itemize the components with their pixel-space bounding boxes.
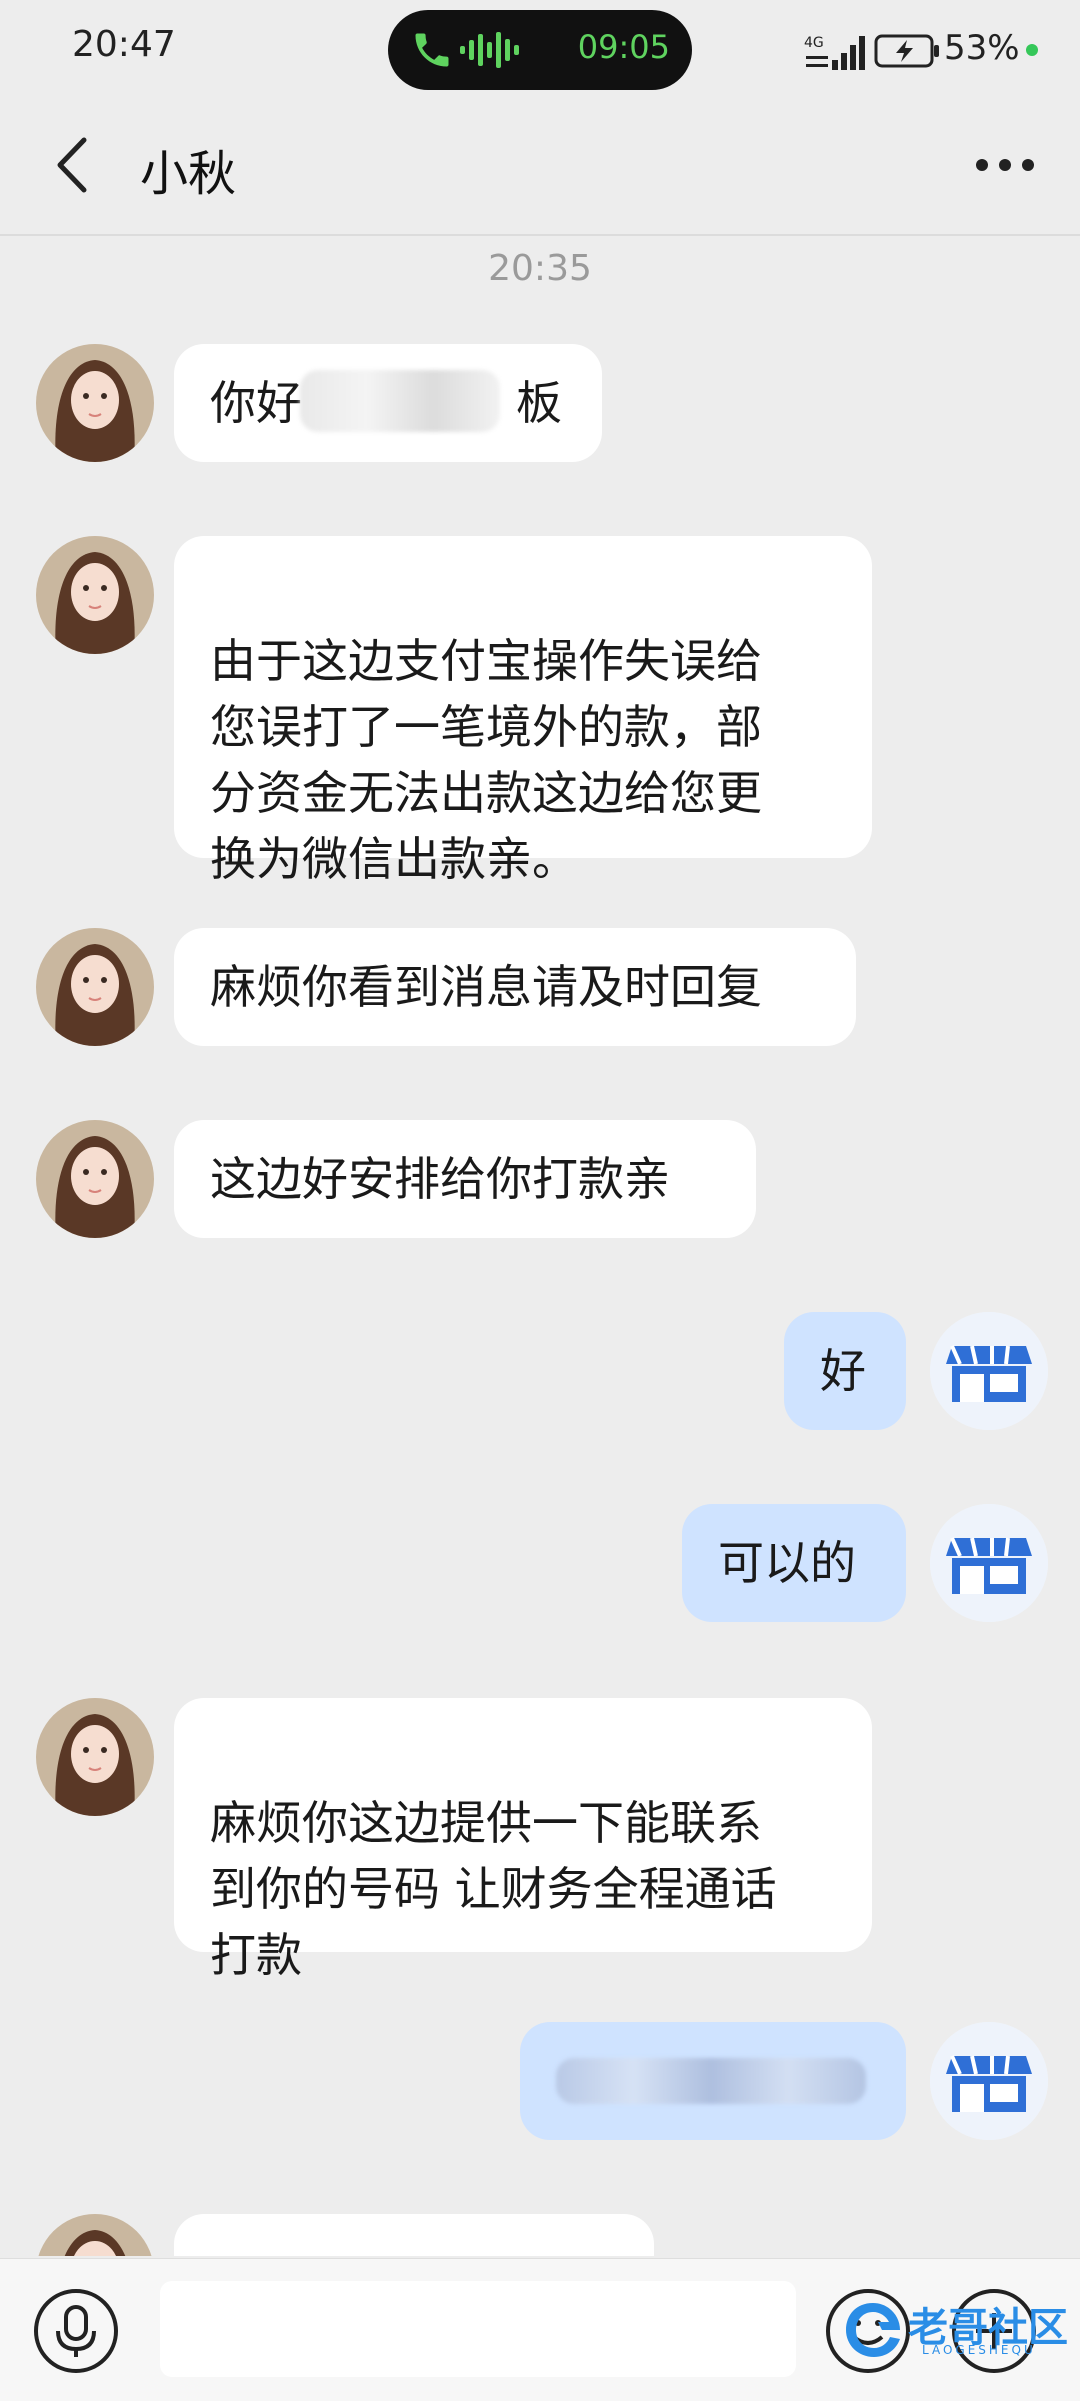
avatar[interactable] xyxy=(36,344,154,462)
message-text: 好 xyxy=(820,1344,866,1398)
shop-icon xyxy=(930,1504,1048,1622)
avatar[interactable] xyxy=(36,1698,154,1816)
battery-percent: 53% xyxy=(944,28,1020,68)
voice-button[interactable] xyxy=(34,2289,118,2373)
page-title: 小秋 xyxy=(140,146,237,202)
shop-avatar[interactable] xyxy=(930,1312,1048,1430)
status-indicators: 4G 53% xyxy=(800,28,1060,72)
shop-avatar[interactable] xyxy=(930,2022,1048,2140)
message-text-suffix: 板 xyxy=(516,376,562,430)
call-duration: 09:05 xyxy=(577,28,670,66)
shop-icon xyxy=(930,1312,1048,1430)
chevron-left-icon[interactable] xyxy=(40,130,110,200)
message-input[interactable] xyxy=(160,2281,796,2377)
message-bubble[interactable] xyxy=(520,2022,906,2140)
message-bubble[interactable]: 麻烦你看到消息请及时回复 xyxy=(174,928,856,1046)
input-bar: 老哥社区 LAOGESHEQU xyxy=(0,2258,1080,2401)
watermark-logo-icon xyxy=(846,2303,900,2357)
battery-icon xyxy=(874,34,939,68)
blurred-redaction xyxy=(556,2058,866,2104)
message-bubble[interactable]: 好 xyxy=(784,1312,906,1430)
microphone-icon xyxy=(56,2305,96,2357)
signal-icon: 4G xyxy=(804,35,865,70)
status-time: 20:47 xyxy=(72,24,176,65)
phone-icon xyxy=(415,33,449,67)
timestamp: 20:35 xyxy=(488,248,592,289)
watermark: 老哥社区 LAOGESHEQU xyxy=(838,2291,1078,2371)
message-list[interactable]: 20:35 你好 板 由于这边支付宝操作失误给 您误打了一笔境外的款，部 分资金… xyxy=(0,236,1080,2256)
message-text: 这边好安排给你打款亲 xyxy=(210,1152,670,1206)
message-bubble[interactable]: 麻烦你这边提供一下能联系 到你的号码 让财务全程通话 打款 xyxy=(174,1698,872,1982)
message-text: 麻烦你看到消息请及时回复 xyxy=(210,960,762,1014)
status-bar: 20:47 09:05 4G 53% xyxy=(0,0,1080,100)
avatar[interactable] xyxy=(36,2214,154,2256)
shop-avatar[interactable] xyxy=(930,1504,1048,1622)
svg-text:4G: 4G xyxy=(804,35,824,51)
message-bubble[interactable] xyxy=(174,2214,654,2256)
blurred-redaction xyxy=(300,370,500,432)
message-text: 由于这边支付宝操作失误给 您误打了一笔境外的款，部 分资金无法出款这边给您更 换… xyxy=(210,634,762,886)
message-bubble[interactable]: 你好 板 xyxy=(174,344,602,462)
privacy-dot xyxy=(1026,44,1038,56)
message-text: 可以的 xyxy=(718,1536,856,1590)
watermark-subtext: LAOGESHEQU xyxy=(922,2343,1036,2357)
message-text: 麻烦你这边提供一下能联系 到你的号码 让财务全程通话 打款 xyxy=(210,1796,777,1982)
avatar[interactable] xyxy=(36,928,154,1046)
avatar[interactable] xyxy=(36,1120,154,1238)
call-pill[interactable]: 09:05 xyxy=(388,10,692,90)
avatar[interactable] xyxy=(36,536,154,654)
message-bubble[interactable]: 这边好安排给你打款亲 xyxy=(174,1120,756,1238)
message-bubble[interactable]: 由于这边支付宝操作失误给 您误打了一笔境外的款，部 分资金无法出款这边给您更 换… xyxy=(174,536,872,886)
audio-wave-icon xyxy=(460,32,519,68)
more-horizontal-icon[interactable] xyxy=(970,140,1040,190)
chat-header: 小秋 xyxy=(0,100,1080,236)
message-bubble[interactable]: 可以的 xyxy=(682,1504,906,1622)
shop-icon xyxy=(930,2022,1048,2140)
message-text: 你好 xyxy=(210,376,302,430)
